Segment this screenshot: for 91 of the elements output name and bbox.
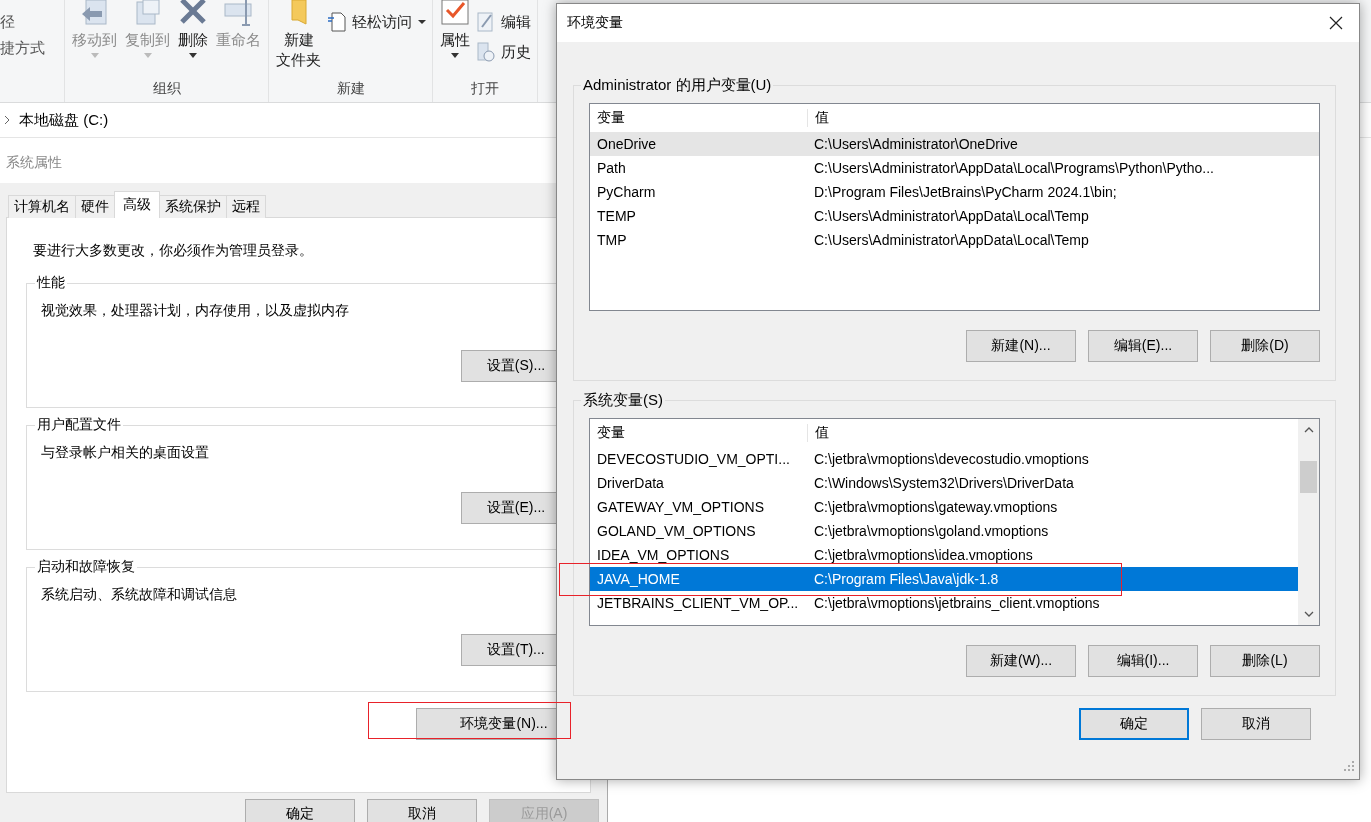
dialog-button[interactable]: 取消 xyxy=(1201,708,1311,740)
group-title: 性能 xyxy=(35,274,66,292)
tab[interactable]: 系统保护 xyxy=(159,195,227,218)
list-row[interactable]: PyCharm D:\Program Files\JetBrains\PyCharm 2024.1\bin; xyxy=(590,180,1319,204)
column-header[interactable]: 变量 xyxy=(590,424,808,442)
dialog-button[interactable]: 新建(W)... xyxy=(966,645,1076,677)
variable-name: Path xyxy=(596,160,627,176)
dialog-button[interactable]: 编辑(E)... xyxy=(1088,330,1198,362)
breadcrumb[interactable]: 本地磁盘 (C:) xyxy=(19,110,109,130)
group-title: 系统变量(S) xyxy=(582,391,664,410)
variable-value: C:\jetbra\vmoptions\devecostudio.vmoptions xyxy=(813,451,1090,467)
list-row[interactable]: DEVECOSTUDIO_VM_OPTI... C:\jetbra\vmoptions\devecostudio.vmoptions xyxy=(590,447,1298,471)
ribbon-group-label: 打开 xyxy=(470,80,500,98)
dialog-button[interactable]: 确定 xyxy=(1079,708,1189,740)
variable-name: PyCharm xyxy=(596,184,657,200)
dialog-button[interactable]: 确定 xyxy=(245,799,355,822)
scrollbar[interactable] xyxy=(1298,419,1319,625)
window-title: 环境变量 xyxy=(567,14,623,32)
list-row[interactable]: OneDrive C:\Users\Administrator\OneDrive xyxy=(590,132,1319,156)
notice-text: 要进行大多数更改，你必须作为管理员登录。 xyxy=(33,242,314,260)
close-icon xyxy=(178,0,208,26)
group-title: 启动和故障恢复 xyxy=(36,558,136,576)
variable-name: TMP xyxy=(596,232,628,248)
caret-icon xyxy=(450,53,460,59)
group-description: 系统启动、系统故障和调试信息 xyxy=(41,586,238,604)
ribbon-group-label: 组织 xyxy=(151,80,182,98)
caret-icon xyxy=(89,53,100,59)
variable-value: C:\Users\Administrator\AppData\Local\Temp xyxy=(813,232,1090,248)
edit-icon xyxy=(477,12,495,32)
column-header[interactable]: 值 xyxy=(808,424,1298,442)
tab[interactable]: 高级 xyxy=(114,191,160,218)
rename-icon xyxy=(223,0,254,26)
caret-icon xyxy=(418,19,426,25)
dialog-button[interactable]: 删除(D) xyxy=(1210,330,1320,362)
list-row[interactable]: TMP C:\Users\Administrator\AppData\Local\Temp xyxy=(590,228,1319,252)
ribbon-button[interactable]: 新建 文件夹 xyxy=(273,0,324,80)
variable-value: C:\jetbra\vmoptions\jetbrains_client.vmoptions xyxy=(813,595,1101,611)
ribbon-button[interactable]: 历史 xyxy=(475,42,533,62)
dialog-button[interactable]: 新建(N)... xyxy=(966,330,1076,362)
column-header[interactable]: 值 xyxy=(808,109,1319,127)
list-row[interactable]: GOLAND_VM_OPTIONS C:\jetbra\vmoptions\goland.vmoptions xyxy=(590,519,1298,543)
resize-grip-icon xyxy=(1343,760,1355,772)
dialog-button[interactable]: 取消 xyxy=(367,799,477,822)
tab[interactable]: 远程 xyxy=(226,195,266,218)
ribbon-label: 捷方式 xyxy=(0,38,46,58)
history-icon xyxy=(477,42,495,62)
variable-value: C:\jetbra\vmoptions\idea.vmoptions xyxy=(813,547,1034,563)
ribbon-button[interactable]: 轻松访问 xyxy=(326,12,428,32)
dialog-button[interactable]: 删除(L) xyxy=(1210,645,1320,677)
list-row[interactable]: Path C:\Users\Administrator\AppData\Local\Programs\Python\Pytho... xyxy=(590,156,1319,180)
variable-name: TEMP xyxy=(596,208,637,224)
variable-value: C:\Windows\System32\Drivers\DriverData xyxy=(813,475,1075,491)
variable-name: OneDrive xyxy=(596,136,658,152)
list-row[interactable]: IDEA_VM_OPTIONS C:\jetbra\vmoptions\idea.vmoptions xyxy=(590,543,1298,567)
ribbon-label: 径 xyxy=(0,12,16,32)
caret-icon xyxy=(188,53,198,59)
document-icon xyxy=(328,12,346,32)
list-row[interactable]: JAVA_HOME C:\Program Files\Java\jdk-1.8 xyxy=(590,567,1298,591)
variable-value: C:\jetbra\vmoptions\gateway.vmoptions xyxy=(813,499,1059,515)
group-title: 用户配置文件 xyxy=(36,416,122,434)
variable-name: DEVECOSTUDIO_VM_OPTI... xyxy=(596,451,791,467)
dialog-button[interactable]: 编辑(I)... xyxy=(1088,645,1198,677)
variable-value: C:\Users\Administrator\OneDrive xyxy=(813,136,1019,152)
ribbon-button[interactable]: 编辑 xyxy=(475,12,533,32)
variable-name: IDEA_VM_OPTIONS xyxy=(596,547,731,563)
variable-value: C:\Users\Administrator\AppData\Local\Programs\Python\Pytho... xyxy=(813,160,1215,176)
variable-name: GOLAND_VM_OPTIONS xyxy=(596,523,757,539)
variable-value: C:\Program Files\Java\jdk-1.8 xyxy=(813,571,1000,587)
group-description: 视觉效果，处理器计划，内存使用，以及虚拟内存 xyxy=(41,302,350,320)
variable-value: D:\Program Files\JetBrains\PyCharm 2024.1\bin; xyxy=(813,184,1118,200)
variable-name: JETBRAINS_CLIENT_VM_OP... xyxy=(596,595,800,611)
group-title: Administrator 的用户变量(U) xyxy=(582,76,773,95)
ribbon-button[interactable]: 属性 xyxy=(437,0,473,80)
scrollbar-thumb[interactable] xyxy=(1300,461,1317,493)
ribbon-button[interactable]: 删除 xyxy=(175,0,211,80)
chevron-icon xyxy=(3,115,11,125)
variable-value: C:\Users\Administrator\AppData\Local\Temp xyxy=(813,208,1090,224)
tab[interactable]: 计算机名 xyxy=(8,195,76,218)
list-row[interactable]: DriverData C:\Windows\System32\Drivers\DriverData xyxy=(590,471,1298,495)
variable-name: GATEWAY_VM_OPTIONS xyxy=(596,499,765,515)
caret-icon xyxy=(142,53,153,59)
list-row[interactable]: GATEWAY_VM_OPTIONS C:\jetbra\vmoptions\gateway.vmoptions xyxy=(590,495,1298,519)
variable-name: DriverData xyxy=(596,475,665,491)
close-icon xyxy=(1329,16,1343,30)
column-header[interactable]: 变量 xyxy=(590,109,808,127)
tab[interactable]: 硬件 xyxy=(75,195,115,218)
variable-name: JAVA_HOME xyxy=(596,571,681,587)
ribbon-group-label: 新建 xyxy=(335,80,366,98)
list-row[interactable]: TEMP C:\Users\Administrator\AppData\Local\Temp xyxy=(590,204,1319,228)
group-description: 与登录帐户相关的桌面设置 xyxy=(41,444,210,462)
variable-value: C:\jetbra\vmoptions\goland.vmoptions xyxy=(813,523,1050,539)
